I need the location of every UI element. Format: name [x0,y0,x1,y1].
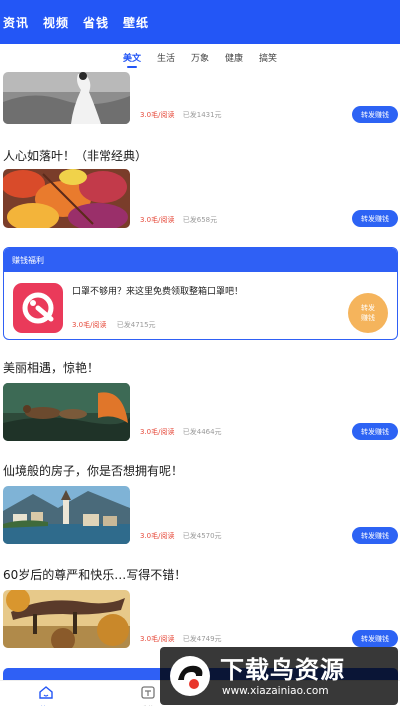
article-title[interactable]: 仙境般的房子，你是否想拥有呢！ [3,462,183,479]
article-thumbnail[interactable] [3,486,130,544]
article-meta: 3.0毛/阅读 已发1431元 [140,111,222,119]
article-thumbnail[interactable] [3,72,130,124]
article-thumbnail[interactable] [3,590,130,648]
share-earn-button[interactable]: 转发赚钱 [352,423,398,440]
article-thumbnail[interactable] [3,169,130,228]
article-meta: 3.0毛/阅读 已发4749元 [140,635,222,643]
share-earn-button[interactable]: 转发赚钱 [352,210,398,227]
watermark-title: 下载鸟资源 [220,656,345,684]
app-logo-icon [13,283,63,333]
apprentice-icon [141,686,155,699]
watermark-logo-icon [170,656,210,696]
article-title[interactable]: 人心如落叶！（非常经典） [3,147,147,164]
article-feed[interactable]: 3.0毛/阅读 已发1431元 转发赚钱 人心如落叶！（非常经典） 3.0毛/阅… [0,72,400,680]
watermark: 下载鸟资源 www.xiazainiao.com [160,647,398,705]
category-tab-bar: 美文 生活 万象 健康 搞笑 [0,44,400,72]
top-tab-bar: 资讯 视频 省钱 壁纸 [0,0,400,44]
nav-home[interactable]: 首页 [26,684,66,706]
category-tab-essay[interactable]: 美文 [123,48,141,68]
article-meta: 3.0毛/阅读 已发4570元 [140,532,222,540]
promo-share-earn-button[interactable]: 转发 赚钱 [348,293,388,333]
article-title[interactable]: 美丽相遇，惊艳！ [3,359,99,376]
top-tab-wallpaper[interactable]: 壁纸 [123,14,149,31]
category-tab-health[interactable]: 健康 [225,48,243,68]
promo-card[interactable]: 赚钱福利 口罩不够用？来这里免费领取整箱口罩吧！ 3.0毛/阅读 已发4715元… [3,247,398,340]
share-earn-button[interactable]: 转发赚钱 [352,106,398,123]
share-earn-button[interactable]: 转发赚钱 [352,527,398,544]
top-tab-video[interactable]: 视频 [43,14,69,31]
top-tab-news[interactable]: 资讯 [3,14,29,31]
article-meta: 3.0毛/阅读 已发658元 [140,216,218,224]
home-icon [39,686,53,699]
article-meta: 3.0毛/阅读 已发4464元 [140,428,222,436]
promo-title[interactable]: 口罩不够用？来这里免费领取整箱口罩吧！ [72,284,243,297]
article-title[interactable]: 60岁后的尊严和快乐…写得不错！ [3,566,186,583]
category-tab-misc[interactable]: 万象 [191,48,209,68]
watermark-url: www.xiazainiao.com [222,685,329,697]
category-tab-funny[interactable]: 搞笑 [259,48,277,68]
promo-meta: 3.0毛/阅读 已发4715元 [72,321,156,329]
share-earn-button[interactable]: 转发赚钱 [352,630,398,647]
promo-header: 赚钱福利 [4,248,397,272]
top-tab-savings[interactable]: 省钱 [83,14,109,31]
category-tab-life[interactable]: 生活 [157,48,175,68]
article-thumbnail[interactable] [3,383,130,441]
